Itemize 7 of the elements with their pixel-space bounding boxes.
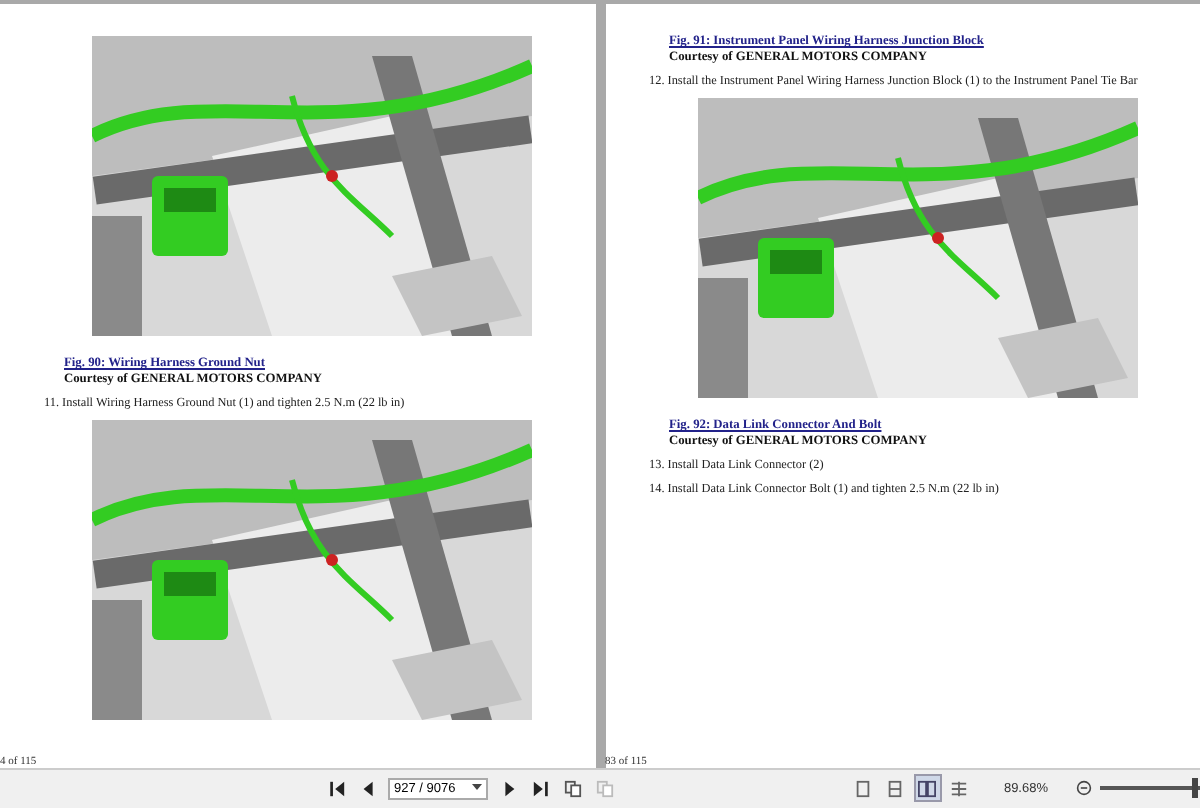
dropdown-arrow-icon[interactable] bbox=[472, 784, 482, 792]
view-mode-button[interactable] bbox=[947, 776, 972, 800]
copy-icon[interactable] bbox=[560, 776, 584, 800]
first-page-icon[interactable] bbox=[324, 776, 348, 800]
last-page-icon[interactable] bbox=[528, 776, 552, 800]
zoom-out-icon[interactable] bbox=[1076, 780, 1092, 796]
view-mode-button[interactable] bbox=[915, 776, 940, 800]
